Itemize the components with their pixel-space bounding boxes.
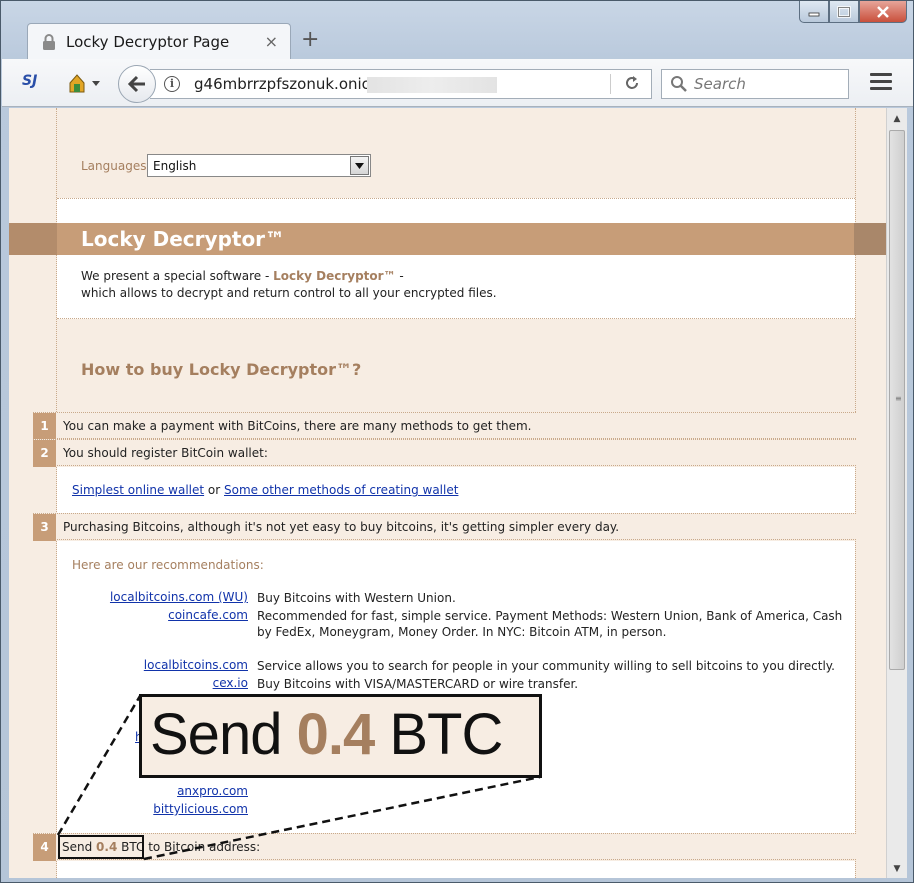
- minimize-icon: [808, 12, 820, 16]
- tab-title: Locky Decryptor Page: [66, 33, 230, 51]
- search-placeholder: Search: [694, 75, 746, 93]
- simplest-wallet-link[interactable]: Simplest online wallet: [72, 483, 204, 497]
- onion-lock-icon: [43, 34, 55, 50]
- maximize-icon: [837, 5, 851, 18]
- step-number: 1: [33, 413, 56, 440]
- rec-link-cex[interactable]: cex.io: [213, 676, 248, 690]
- rec-link-coincafe[interactable]: coincafe.com: [168, 608, 248, 622]
- zoom-callout: Send 0.4 BTC: [139, 694, 542, 778]
- scroll-down-icon[interactable]: ▼: [887, 860, 907, 878]
- zoom-btc-amount: 0.4: [296, 702, 376, 767]
- tab-locky-decryptor[interactable]: Locky Decryptor Page ×: [27, 23, 291, 60]
- back-arrow-icon: [127, 75, 145, 93]
- search-icon: [671, 76, 687, 92]
- site-info-icon[interactable]: i: [164, 76, 180, 92]
- page-title: Locky Decryptor™: [81, 227, 286, 251]
- step-number: 3: [33, 514, 56, 541]
- url-text[interactable]: g46mbrrzpfszonuk.onion/: [194, 75, 385, 93]
- navigation-toolbar: SJ i g46mbrrzpfszonuk.onion/ Search: [2, 59, 913, 107]
- languages-label: Languages:: [81, 159, 151, 173]
- new-tab-button[interactable]: +: [301, 27, 319, 52]
- scroll-up-icon[interactable]: ▲: [887, 110, 907, 128]
- rec-desc: Buy Bitcoins with VISA/MASTERCARD or wir…: [257, 677, 579, 691]
- tab-close-icon[interactable]: ×: [265, 32, 278, 51]
- close-icon: [877, 5, 889, 18]
- step-number: 4: [33, 834, 56, 861]
- tab-strip: Locky Decryptor Page × +: [1, 19, 913, 60]
- step-2: 2 You should register BitCoin wallet:: [33, 439, 856, 467]
- rec-link-bittylicious[interactable]: bittylicious.com: [153, 802, 248, 816]
- rec-link-localbitcoins[interactable]: localbitcoins.com: [144, 658, 248, 672]
- language-select[interactable]: English: [147, 154, 371, 177]
- rec-desc: Service allows you to search for people …: [257, 659, 835, 673]
- extension-house-icon[interactable]: [66, 71, 104, 95]
- rec-link-localbitcoins-wu[interactable]: localbitcoins.com (WU): [110, 590, 248, 604]
- wallet-links: Simplest online wallet or Some other met…: [72, 483, 459, 497]
- reload-icon[interactable]: [623, 74, 641, 92]
- step-1: 1 You can make a payment with BitCoins, …: [33, 412, 856, 440]
- page-viewport: Languages: English Locky Decryptor™ We p…: [9, 108, 886, 878]
- recommendations-label: Here are our recommendations:: [72, 558, 264, 572]
- step-number: 2: [33, 440, 56, 467]
- browser-window: Locky Decryptor Page × + SJ i g46mbrrzpf…: [0, 0, 914, 883]
- hamburger-menu-icon[interactable]: [870, 73, 892, 91]
- how-to-buy-heading: How to buy Locky Decryptor™?: [81, 360, 362, 379]
- extension-si-icon[interactable]: SJ: [22, 73, 44, 93]
- dropdown-arrow-icon[interactable]: [350, 156, 369, 175]
- url-redacted-area: [367, 77, 497, 93]
- other-wallet-methods-link[interactable]: Some other methods of creating wallet: [224, 483, 458, 497]
- back-button[interactable]: [118, 65, 156, 103]
- intro-text: We present a special software - Locky De…: [81, 269, 497, 300]
- address-section: [57, 861, 855, 878]
- language-selected-value: English: [153, 159, 197, 173]
- vertical-scrollbar[interactable]: ▲ ≡ ▼: [886, 108, 907, 878]
- zoom-callout-text: Send 0.4 BTC: [150, 702, 503, 767]
- title-banner: Locky Decryptor™: [9, 223, 886, 255]
- search-bar[interactable]: Search: [661, 69, 849, 99]
- rec-desc: Recommended for fast, simple service. Pa…: [257, 609, 843, 639]
- step-text: You can make a payment with BitCoins, th…: [63, 419, 532, 433]
- rec-link-anxpro[interactable]: anxpro.com: [177, 784, 248, 798]
- step-3: 3 Purchasing Bitcoins, although it's not…: [33, 513, 856, 541]
- highlight-box: [58, 835, 144, 859]
- url-separator: [610, 74, 611, 94]
- step-text: You should register BitCoin wallet:: [63, 446, 268, 460]
- intro-brand: Locky Decryptor™: [273, 269, 396, 283]
- address-bar[interactable]: i g46mbrrzpfszonuk.onion/: [150, 69, 652, 99]
- scrollbar-thumb[interactable]: ≡: [889, 130, 905, 670]
- rec-desc: Buy Bitcoins with Western Union.: [257, 591, 456, 605]
- step-text: Purchasing Bitcoins, although it's not y…: [63, 520, 620, 534]
